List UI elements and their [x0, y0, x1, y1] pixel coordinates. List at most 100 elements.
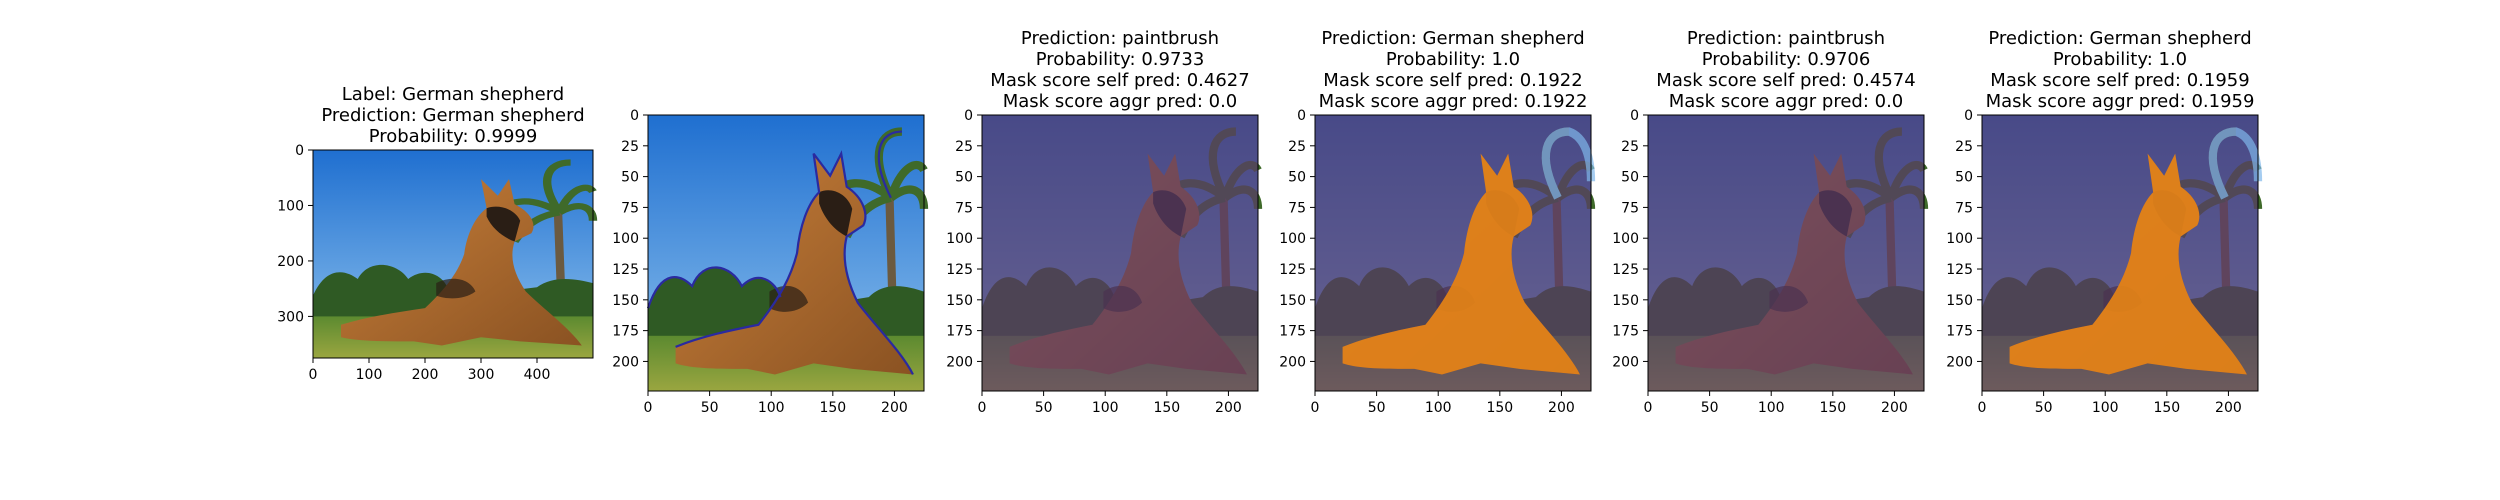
- y-tick-label: 100: [946, 231, 973, 247]
- y-tick-label: 75: [1621, 200, 1639, 216]
- panel-title-line: Prediction: paintbrush: [1687, 28, 1885, 49]
- panel-title-line: Prediction: German shepherd: [1988, 28, 2251, 49]
- y-tick-label: 125: [1612, 262, 1639, 278]
- panel-mask-3: Prediction: paintbrushProbability: 0.970…: [1612, 28, 1929, 416]
- x-tick-label: 0: [644, 400, 653, 416]
- y-tick-label: 175: [1946, 324, 1973, 340]
- y-tick-label: 75: [1955, 200, 1973, 216]
- y-tick-label: 100: [612, 231, 639, 247]
- y-tick-label: 125: [612, 262, 639, 278]
- x-tick-label: 100: [1758, 400, 1785, 416]
- x-tick-label: 150: [1819, 400, 1846, 416]
- x-tick-label: 200: [881, 400, 908, 416]
- y-tick-label: 100: [1946, 231, 1973, 247]
- x-tick-label: 200: [1881, 400, 1908, 416]
- x-tick-label: 50: [1701, 400, 1719, 416]
- panel-title-line: Mask score self pred: 0.1959: [1990, 70, 2249, 91]
- x-tick-label: 0: [1978, 400, 1987, 416]
- panel-original: Label: German shepherdPrediction: German…: [277, 84, 598, 383]
- mask-overlay: [1648, 115, 1924, 391]
- y-tick-label: 50: [1288, 170, 1306, 186]
- y-tick-label: 200: [612, 354, 639, 370]
- x-tick-label: 50: [1368, 400, 1386, 416]
- x-tick-label: 150: [2153, 400, 2180, 416]
- photo-scene: [982, 115, 1263, 391]
- y-tick-label: 25: [1621, 139, 1639, 155]
- x-tick-label: 200: [2215, 400, 2242, 416]
- y-tick-label: 25: [1955, 139, 1973, 155]
- panel-title-line: Prediction: German shepherd: [1321, 28, 1584, 49]
- panel-mask-2: Prediction: German shepherdProbability: …: [1279, 28, 1596, 416]
- y-tick-label: 0: [1297, 108, 1306, 124]
- x-tick-label: 300: [468, 367, 495, 383]
- panel-title-line: Mask score self pred: 0.1922: [1323, 70, 1582, 91]
- x-tick-label: 50: [701, 400, 719, 416]
- y-tick-label: 200: [946, 354, 973, 370]
- panel-title-line: Probability: 0.9706: [1702, 49, 1871, 70]
- x-tick-label: 100: [2092, 400, 2119, 416]
- x-tick-label: 50: [2035, 400, 2053, 416]
- y-tick-label: 25: [955, 139, 973, 155]
- x-tick-label: 0: [1644, 400, 1653, 416]
- y-tick-label: 200: [1279, 354, 1306, 370]
- panel-title-line: Mask score aggr pred: 0.0: [1669, 91, 1904, 112]
- y-tick-label: 0: [1630, 108, 1639, 124]
- panel-title-line: Mask score self pred: 0.4574: [1656, 70, 1915, 91]
- panel-title-line: Prediction: paintbrush: [1021, 28, 1219, 49]
- panel-mask-4: Prediction: German shepherdProbability: …: [1946, 28, 2263, 416]
- x-tick-label: 50: [1035, 400, 1053, 416]
- photo-scene: [1648, 115, 1929, 391]
- panel-title-line: Mask score self pred: 0.4627: [990, 70, 1249, 91]
- x-tick-label: 0: [309, 367, 318, 383]
- y-tick-label: 50: [621, 170, 639, 186]
- y-tick-label: 125: [1279, 262, 1306, 278]
- y-tick-label: 100: [277, 198, 304, 214]
- y-tick-label: 150: [946, 293, 973, 309]
- y-tick-label: 50: [955, 170, 973, 186]
- y-tick-label: 150: [1946, 293, 1973, 309]
- x-tick-label: 150: [1153, 400, 1180, 416]
- y-tick-label: 0: [295, 143, 304, 159]
- y-tick-label: 175: [1612, 324, 1639, 340]
- panel-contour: 0 50 100 150 200 0 25 50 75 100 125 150 175 200: [612, 108, 929, 416]
- y-tick-label: 200: [277, 254, 304, 270]
- x-tick-label: 100: [1425, 400, 1452, 416]
- panel-title-line: Mask score aggr pred: 0.0: [1003, 91, 1238, 112]
- x-tick-label: 100: [1092, 400, 1119, 416]
- photo-scene: [646, 115, 929, 391]
- x-tick-label: 0: [1311, 400, 1320, 416]
- panel-title-line: Probability: 1.0: [1386, 49, 1520, 70]
- mask-overlay: [982, 115, 1258, 391]
- y-tick-label: 300: [277, 309, 304, 325]
- x-tick-label: 400: [524, 367, 551, 383]
- y-tick-label: 25: [621, 139, 639, 155]
- panel-title-line: Prediction: German shepherd: [321, 105, 584, 126]
- panel-title-line: Mask score aggr pred: 0.1959: [1986, 91, 2255, 112]
- y-tick-label: 0: [1964, 108, 1973, 124]
- y-tick-label: 0: [964, 108, 973, 124]
- photo-scene: [1982, 115, 2263, 391]
- y-tick-label: 125: [1946, 262, 1973, 278]
- panels-layer: Label: German shepherdPrediction: German…: [277, 28, 2263, 416]
- figure: Label: German shepherdPrediction: German…: [277, 28, 2263, 416]
- y-tick-label: 175: [612, 324, 639, 340]
- y-tick-label: 175: [1279, 324, 1306, 340]
- y-tick-label: 0: [630, 108, 639, 124]
- y-tick-label: 25: [1288, 139, 1306, 155]
- y-tick-label: 200: [1946, 354, 1973, 370]
- y-tick-label: 100: [1279, 231, 1306, 247]
- y-tick-label: 75: [955, 200, 973, 216]
- panel-mask-1: Prediction: paintbrushProbability: 0.973…: [946, 28, 1263, 416]
- panel-title-line: Label: German shepherd: [342, 84, 564, 105]
- x-tick-label: 200: [1215, 400, 1242, 416]
- panel-title-line: Probability: 0.9733: [1036, 49, 1205, 70]
- y-tick-label: 150: [612, 293, 639, 309]
- y-tick-label: 75: [621, 200, 639, 216]
- x-tick-label: 0: [978, 400, 987, 416]
- y-tick-label: 50: [1955, 170, 1973, 186]
- x-tick-label: 150: [819, 400, 846, 416]
- x-tick-label: 100: [356, 367, 383, 383]
- y-tick-label: 100: [1612, 231, 1639, 247]
- panel-title-line: Probability: 0.9999: [369, 126, 538, 147]
- photo-scene: [313, 150, 598, 358]
